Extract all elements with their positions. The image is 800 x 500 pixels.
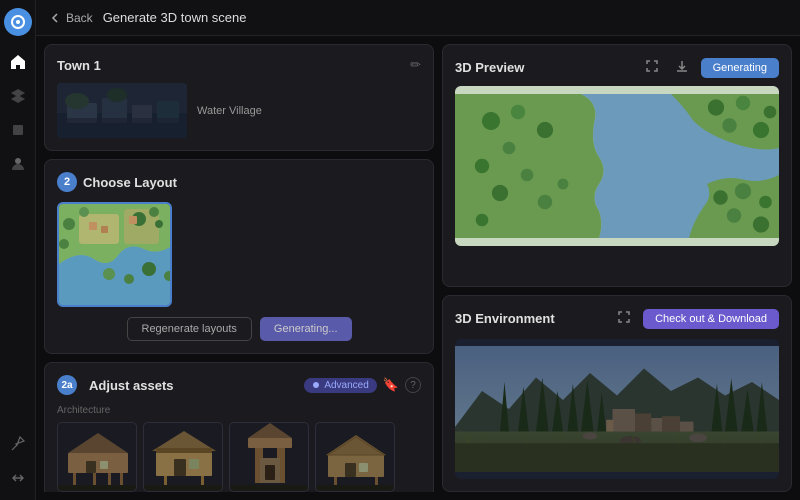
env-actions: Check out & Download [613, 308, 779, 329]
page-title: Generate 3D town scene [103, 10, 247, 25]
preview-card: 3D Preview Generating [442, 44, 792, 287]
asset-item-1[interactable] [57, 422, 137, 492]
preview-header: 3D Preview Generating [455, 57, 779, 78]
step-badge: 2 [57, 172, 77, 192]
sidebar-layers-icon[interactable] [4, 82, 32, 110]
layout-title-row: 2 Choose Layout [57, 172, 177, 192]
layout-map-preview[interactable] [57, 202, 172, 307]
checkout-download-button[interactable]: Check out & Download [643, 309, 779, 329]
assets-card-header: 2a Adjust assets Advanced 🔖 ? [57, 375, 421, 395]
assets-header-right: Advanced 🔖 ? [304, 377, 421, 393]
town-img-inner [57, 83, 187, 138]
env-card-header: 3D Environment Check out & Download [455, 308, 779, 329]
env-scene-svg [455, 339, 779, 479]
sidebar-tool-icon[interactable] [4, 430, 32, 458]
expand-icon[interactable] [641, 57, 663, 78]
layout-map-svg [59, 204, 172, 307]
preview-generating-button: Generating [701, 58, 779, 78]
asset-svg-3 [230, 423, 309, 492]
town-label: Water Village [197, 105, 262, 117]
advanced-badge[interactable]: Advanced [304, 378, 376, 393]
layout-card: 2 Choose Layout [44, 159, 434, 354]
right-panel: 3D Preview Generating [442, 44, 792, 492]
env-title: 3D Environment [455, 311, 555, 326]
asset-item-3[interactable] [229, 422, 309, 492]
env-card: 3D Environment Check out & Download [442, 295, 792, 492]
env-expand-icon[interactable] [613, 308, 635, 329]
edit-icon[interactable]: ✏ [410, 57, 421, 73]
preview-actions: Generating [641, 57, 779, 78]
env-image [455, 339, 779, 479]
back-button[interactable]: Back [48, 11, 93, 25]
assets-section-label: Architecture [57, 405, 421, 416]
bookmark-icon[interactable]: 🔖 [383, 377, 399, 393]
sidebar-package-icon[interactable] [4, 116, 32, 144]
regenerate-layouts-button[interactable]: Regenerate layouts [127, 317, 252, 341]
asset-item-4[interactable] [315, 422, 395, 492]
assets-card: 2a Adjust assets Advanced 🔖 ? Architectu… [44, 362, 434, 492]
generating-button: Generating... [260, 317, 352, 341]
assets-step-badge: 2a [57, 375, 77, 395]
asset-svg-4 [316, 423, 395, 492]
sidebar [0, 0, 36, 500]
layout-images [57, 202, 421, 307]
layout-title: Choose Layout [83, 175, 177, 190]
left-panel: Town 1 ✏ [44, 44, 434, 492]
asset-svg-2 [144, 423, 223, 492]
town-card-header: Town 1 ✏ [57, 57, 421, 73]
assets-header-left: 2a Adjust assets [57, 375, 174, 395]
content-area: Town 1 ✏ [36, 36, 800, 500]
main-area: Back Generate 3D town scene Town 1 ✏ [36, 0, 800, 500]
preview-map-svg [455, 86, 779, 246]
town-thumbnail [57, 83, 187, 138]
town-card: Town 1 ✏ [44, 44, 434, 151]
preview-title: 3D Preview [455, 60, 524, 75]
sidebar-user-icon[interactable] [4, 150, 32, 178]
layout-card-header: 2 Choose Layout [57, 172, 421, 192]
topbar: Back Generate 3D town scene [36, 0, 800, 36]
asset-item-2[interactable] [143, 422, 223, 492]
advanced-label: Advanced [324, 380, 368, 391]
app-logo [4, 8, 32, 36]
help-icon[interactable]: ? [405, 377, 421, 393]
download-icon[interactable] [671, 57, 693, 78]
assets-images [57, 422, 421, 492]
town-title: Town 1 [57, 58, 101, 73]
town-image-row: Water Village [57, 83, 421, 138]
asset-svg-1 [58, 423, 137, 492]
assets-title: Adjust assets [89, 378, 174, 393]
sidebar-arrows-icon[interactable] [4, 464, 32, 492]
layout-actions: Regenerate layouts Generating... [57, 317, 421, 341]
sidebar-home-icon[interactable] [4, 48, 32, 76]
preview-map [455, 86, 779, 246]
back-label: Back [66, 11, 93, 25]
